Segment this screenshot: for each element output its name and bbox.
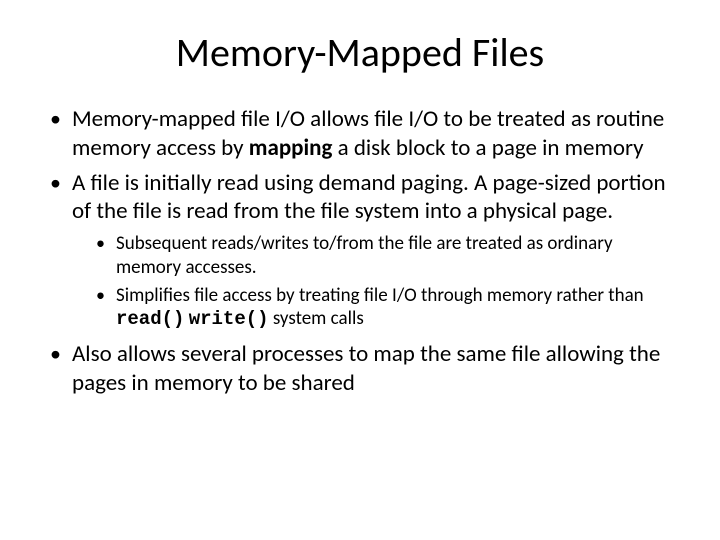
bullet-list: Memory-mapped file I/O allows file I/O t… — [40, 105, 680, 398]
slide: Memory-Mapped Files Memory-mapped file I… — [0, 0, 720, 540]
bullet-1-bold: mapping — [249, 134, 333, 162]
sub-bullet-list: Subsequent reads/writes to/from the file… — [72, 232, 680, 332]
bullet-1-post: a disk block to a page in memory — [332, 134, 643, 162]
code-write: write() — [189, 308, 269, 330]
sub-bullet-2-pre: Simplifies file access by treating file … — [116, 284, 644, 307]
code-read: read() — [116, 308, 184, 330]
bullet-2: A file is initially read using demand pa… — [68, 169, 680, 333]
slide-title: Memory-Mapped Files — [40, 28, 680, 77]
sub-bullet-2-post: system calls — [269, 307, 364, 330]
bullet-3: Also allows several processes to map the… — [68, 340, 680, 398]
bullet-2-text: A file is initially read using demand pa… — [72, 169, 666, 226]
bullet-1: Memory-mapped file I/O allows file I/O t… — [68, 105, 680, 163]
sub-bullet-2: Simplifies file access by treating file … — [112, 284, 680, 333]
sub-bullet-1: Subsequent reads/writes to/from the file… — [112, 232, 680, 280]
